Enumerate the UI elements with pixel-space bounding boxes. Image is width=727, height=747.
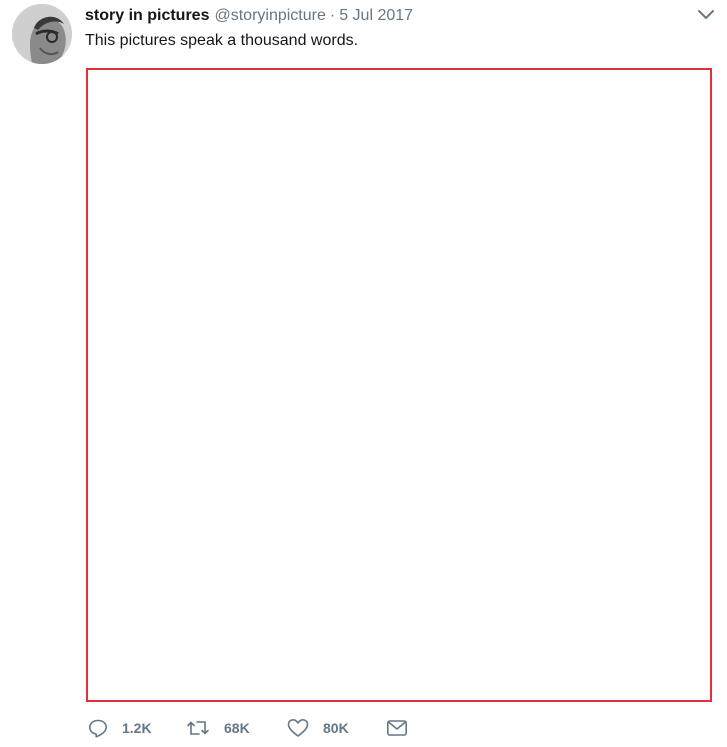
like-count: 80K (323, 720, 349, 736)
author-name[interactable]: story in pictures (85, 5, 209, 27)
like-button[interactable]: 80K (287, 718, 386, 738)
avatar[interactable] (12, 4, 72, 64)
retweet-count: 68K (224, 720, 250, 736)
tweet-actions: 1.2K 68K 80K (88, 715, 408, 741)
retweet-icon (186, 718, 210, 738)
envelope-icon (386, 718, 408, 738)
tweet-date[interactable]: 5 Jul 2017 (339, 5, 413, 27)
tweet-text: This pictures speak a thousand words. (85, 32, 359, 49)
profile-photo (12, 4, 72, 64)
tweet-media[interactable] (86, 68, 712, 702)
reply-button[interactable]: 1.2K (88, 718, 186, 738)
tweet-header: story in pictures @storyinpicture · 5 Ju… (85, 5, 413, 27)
tweet: story in pictures @storyinpicture · 5 Ju… (0, 0, 727, 747)
author-handle[interactable]: @storyinpicture (214, 5, 325, 27)
reply-count: 1.2K (122, 720, 152, 736)
chevron-down-icon[interactable] (696, 8, 716, 22)
direct-message-button[interactable] (386, 718, 408, 738)
heart-icon (287, 718, 309, 738)
separator-dot: · (329, 7, 336, 24)
reply-icon (88, 718, 108, 738)
retweet-button[interactable]: 68K (186, 718, 287, 738)
